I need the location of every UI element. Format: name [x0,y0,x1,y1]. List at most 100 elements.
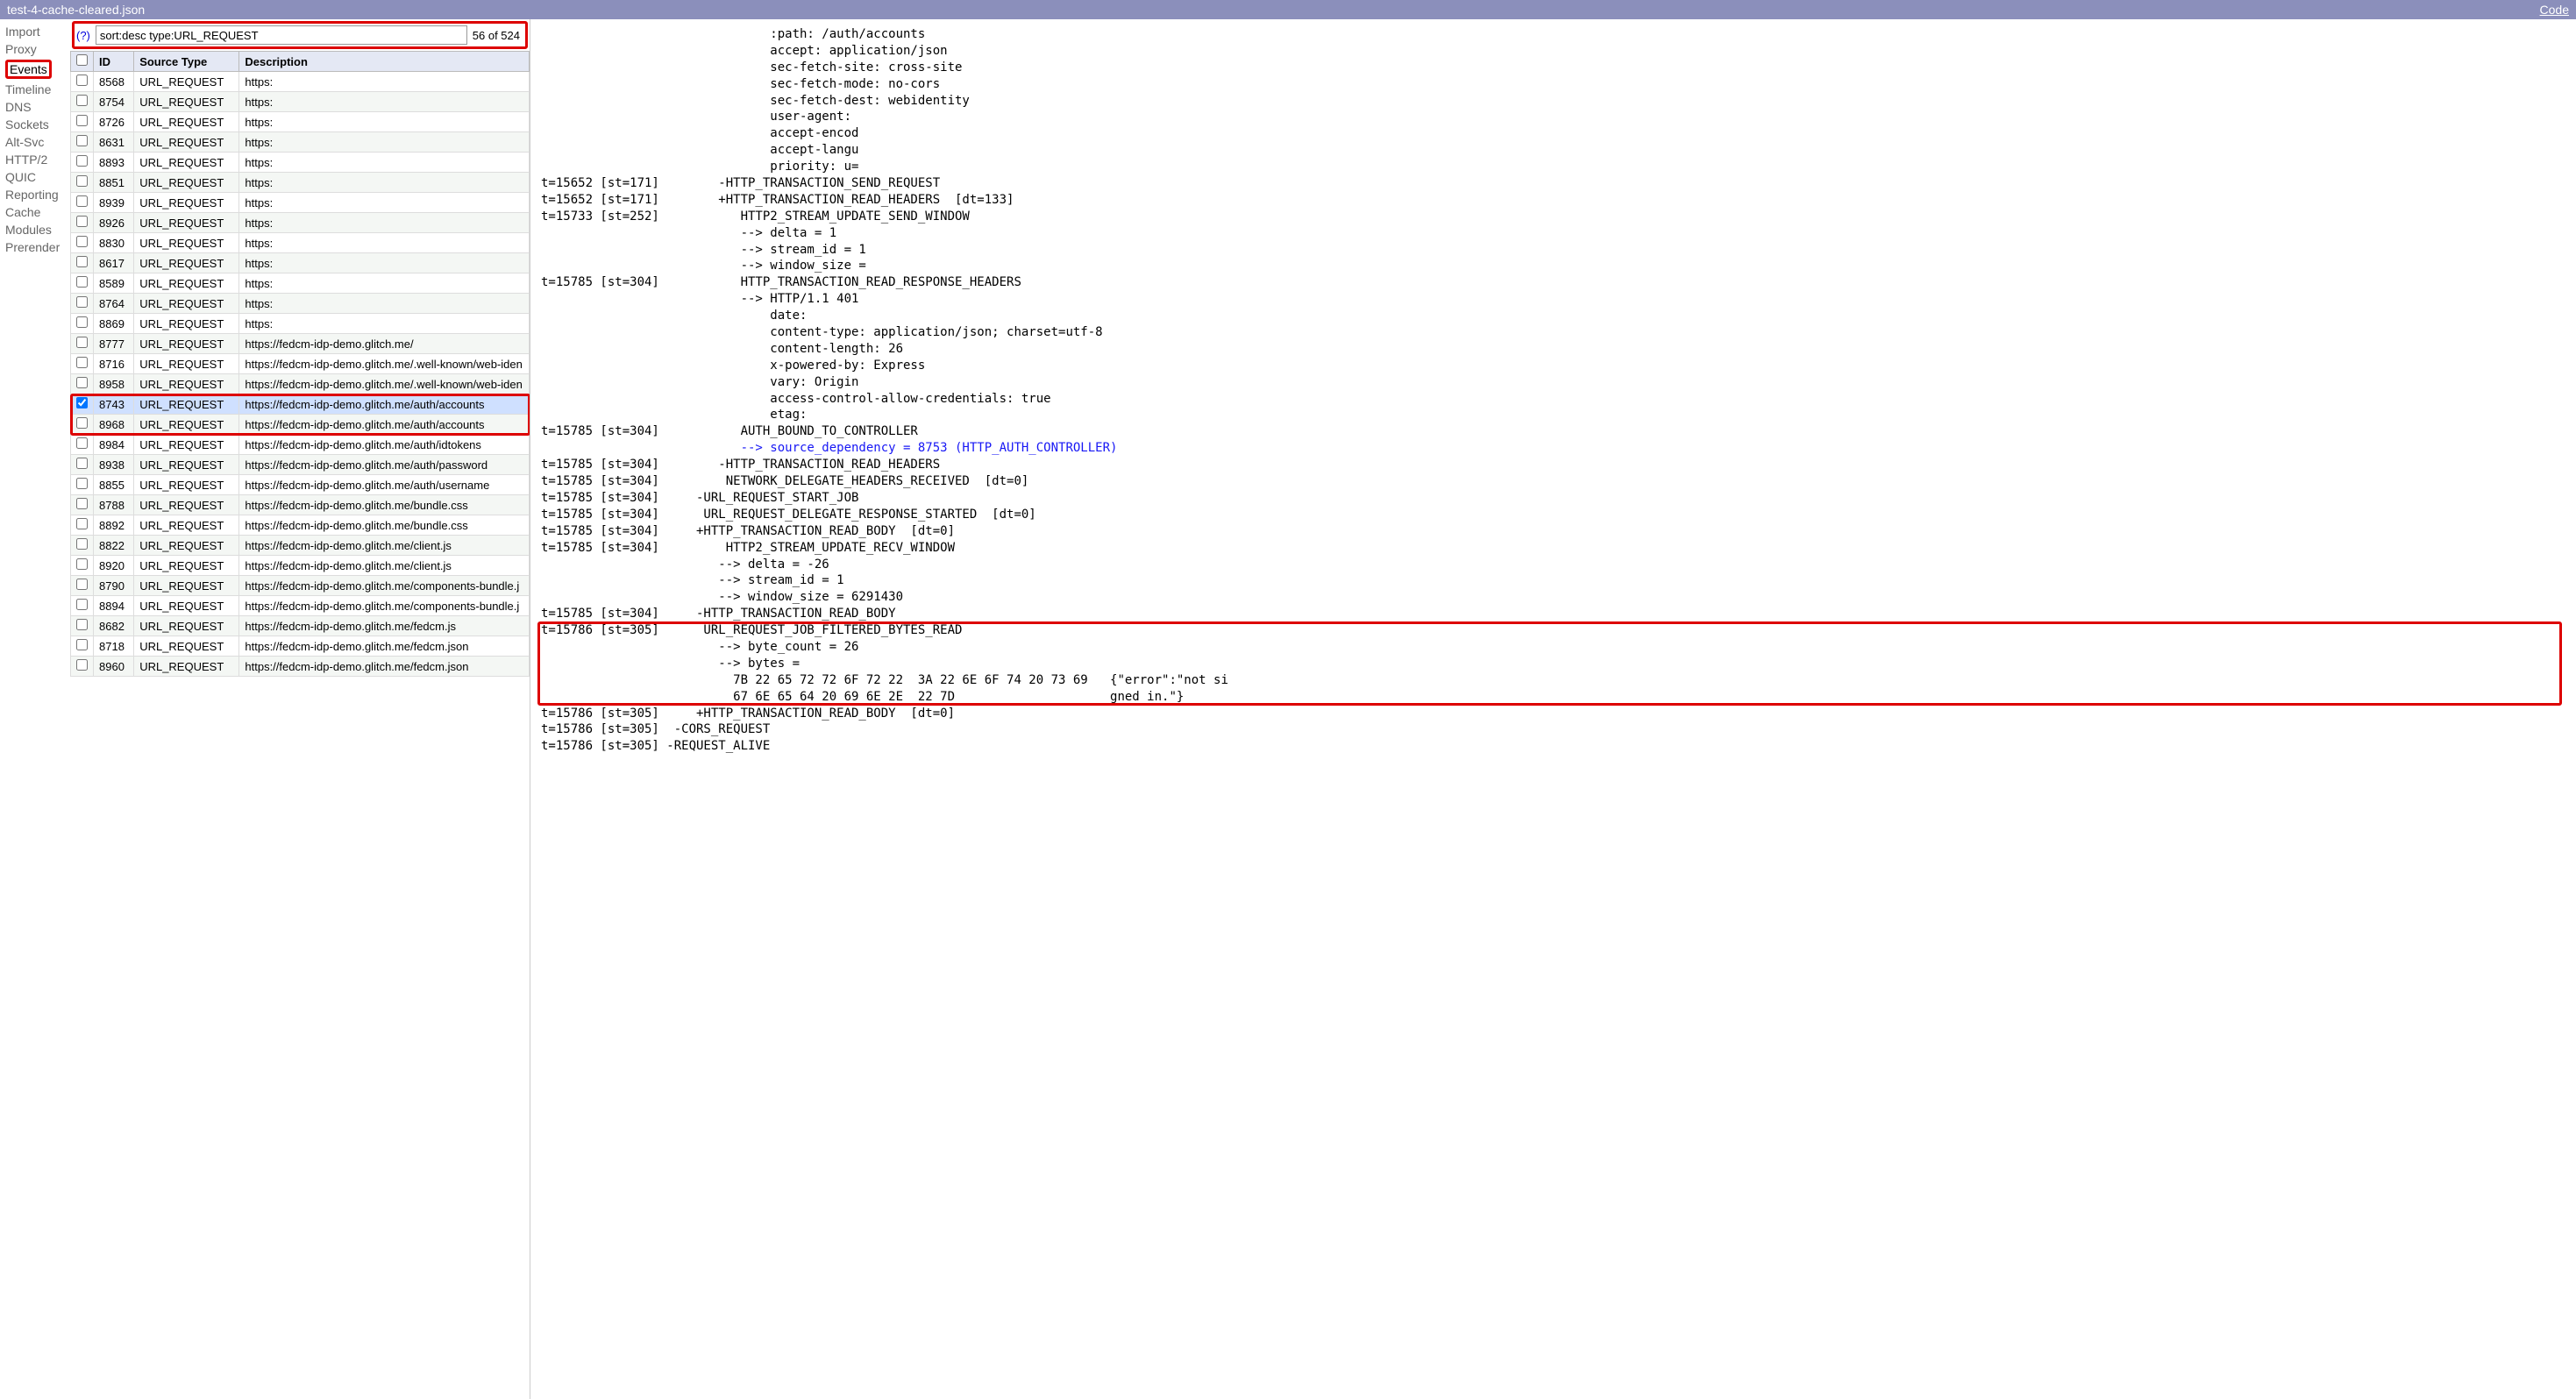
row-checkbox[interactable] [76,599,88,610]
cell-desc: https: [239,213,530,233]
table-row[interactable]: 8617URL_REQUESThttps: [71,253,530,273]
row-checkbox[interactable] [76,75,88,86]
row-checkbox[interactable] [76,337,88,348]
row-checkbox[interactable] [76,659,88,671]
row-checkbox[interactable] [76,478,88,489]
cell-type: URL_REQUEST [134,415,239,435]
sidebar-item-quic[interactable]: QUIC [5,168,65,186]
table-row[interactable]: 8938URL_REQUESThttps://fedcm-idp-demo.gl… [71,455,530,475]
cell-type: URL_REQUEST [134,294,239,314]
table-row[interactable]: 8958URL_REQUESThttps://fedcm-idp-demo.gl… [71,374,530,394]
table-row[interactable]: 8589URL_REQUESThttps: [71,273,530,294]
cell-id: 8743 [94,394,134,415]
row-checkbox[interactable] [76,236,88,247]
sidebar-item-cache[interactable]: Cache [5,203,65,221]
table-row[interactable]: 8869URL_REQUESThttps: [71,314,530,334]
log-line: t=15785 [st=304] -HTTP_TRANSACTION_READ_… [541,458,940,472]
table-row[interactable]: 8790URL_REQUESThttps://fedcm-idp-demo.gl… [71,576,530,596]
row-checkbox[interactable] [76,417,88,429]
table-row[interactable]: 8631URL_REQUESThttps: [71,132,530,153]
cell-type: URL_REQUEST [134,576,239,596]
log-line: content-type: application/json; charset=… [541,325,1103,339]
table-row[interactable]: 8893URL_REQUESThttps: [71,153,530,173]
row-checkbox[interactable] [76,256,88,267]
events-table-wrap[interactable]: ID Source Type Description 8568URL_REQUE… [70,51,530,1399]
cell-id: 8926 [94,213,134,233]
row-checkbox[interactable] [76,397,88,408]
help-link[interactable]: (?) [76,29,90,42]
col-id[interactable]: ID [94,52,134,72]
row-checkbox[interactable] [76,579,88,590]
cell-type: URL_REQUEST [134,515,239,536]
table-row[interactable]: 8892URL_REQUESThttps://fedcm-idp-demo.gl… [71,515,530,536]
col-desc[interactable]: Description [239,52,530,72]
table-row[interactable]: 8716URL_REQUESThttps://fedcm-idp-demo.gl… [71,354,530,374]
table-row[interactable]: 8968URL_REQUESThttps://fedcm-idp-demo.gl… [71,415,530,435]
sidebar-item-prerender[interactable]: Prerender [5,238,65,256]
log-line: --> HTTP/1.1 401 [541,292,858,306]
row-checkbox[interactable] [76,437,88,449]
sidebar-item-events[interactable]: Events [5,58,65,81]
log-line: --> window_size = 6291430 [541,590,903,604]
row-checkbox[interactable] [76,316,88,328]
search-input[interactable] [96,25,467,45]
select-all-checkbox[interactable] [76,54,88,66]
table-row[interactable]: 8830URL_REQUESThttps: [71,233,530,253]
table-row[interactable]: 8851URL_REQUESThttps: [71,173,530,193]
col-checkbox[interactable] [71,52,94,72]
row-checkbox[interactable] [76,518,88,529]
row-checkbox[interactable] [76,135,88,146]
cell-type: URL_REQUEST [134,495,239,515]
table-row[interactable]: 8822URL_REQUESThttps://fedcm-idp-demo.gl… [71,536,530,556]
table-row[interactable]: 8682URL_REQUESThttps://fedcm-idp-demo.gl… [71,616,530,636]
row-checkbox[interactable] [76,216,88,227]
sidebar-item-modules[interactable]: Modules [5,221,65,238]
table-row[interactable]: 8764URL_REQUESThttps: [71,294,530,314]
table-row[interactable]: 8568URL_REQUESThttps: [71,72,530,92]
row-checkbox[interactable] [76,619,88,630]
sidebar-item-http/2[interactable]: HTTP/2 [5,151,65,168]
cell-id: 8939 [94,193,134,213]
table-row[interactable]: 8960URL_REQUESThttps://fedcm-idp-demo.gl… [71,657,530,677]
row-checkbox[interactable] [76,115,88,126]
col-type[interactable]: Source Type [134,52,239,72]
table-row[interactable]: 8777URL_REQUESThttps://fedcm-idp-demo.gl… [71,334,530,354]
table-row[interactable]: 8726URL_REQUESThttps: [71,112,530,132]
sidebar-item-import[interactable]: Import [5,23,65,40]
row-checkbox[interactable] [76,558,88,570]
row-checkbox[interactable] [76,458,88,469]
row-checkbox[interactable] [76,357,88,368]
table-row[interactable]: 8894URL_REQUESThttps://fedcm-idp-demo.gl… [71,596,530,616]
sidebar-item-proxy[interactable]: Proxy [5,40,65,58]
row-checkbox[interactable] [76,538,88,550]
cell-desc: https://fedcm-idp-demo.glitch.me/.well-k… [239,374,530,394]
table-row[interactable]: 8920URL_REQUESThttps://fedcm-idp-demo.gl… [71,556,530,576]
table-row[interactable]: 8743URL_REQUESThttps://fedcm-idp-demo.gl… [71,394,530,415]
table-row[interactable]: 8984URL_REQUESThttps://fedcm-idp-demo.gl… [71,435,530,455]
row-checkbox[interactable] [76,296,88,308]
table-row[interactable]: 8788URL_REQUESThttps://fedcm-idp-demo.gl… [71,495,530,515]
row-checkbox[interactable] [76,276,88,288]
sidebar-item-dns[interactable]: DNS [5,98,65,116]
row-checkbox[interactable] [76,195,88,207]
sidebar-item-sockets[interactable]: Sockets [5,116,65,133]
row-checkbox[interactable] [76,155,88,167]
sidebar-item-timeline[interactable]: Timeline [5,81,65,98]
table-row[interactable]: 8718URL_REQUESThttps://fedcm-idp-demo.gl… [71,636,530,657]
table-row[interactable]: 8855URL_REQUESThttps://fedcm-idp-demo.gl… [71,475,530,495]
code-link[interactable]: Code [2540,3,2569,17]
row-checkbox[interactable] [76,95,88,106]
table-row[interactable]: 8754URL_REQUESThttps: [71,92,530,112]
table-row[interactable]: 8939URL_REQUESThttps: [71,193,530,213]
row-checkbox[interactable] [76,377,88,388]
row-checkbox[interactable] [76,639,88,650]
table-row[interactable]: 8926URL_REQUESThttps: [71,213,530,233]
sidebar-item-reporting[interactable]: Reporting [5,186,65,203]
sidebar-item-alt-svc[interactable]: Alt-Svc [5,133,65,151]
cell-type: URL_REQUEST [134,314,239,334]
details-panel[interactable]: :path: /auth/accounts accept: applicatio… [530,19,2576,1399]
row-checkbox[interactable] [76,498,88,509]
cell-type: URL_REQUEST [134,334,239,354]
cell-desc: https: [239,253,530,273]
row-checkbox[interactable] [76,175,88,187]
